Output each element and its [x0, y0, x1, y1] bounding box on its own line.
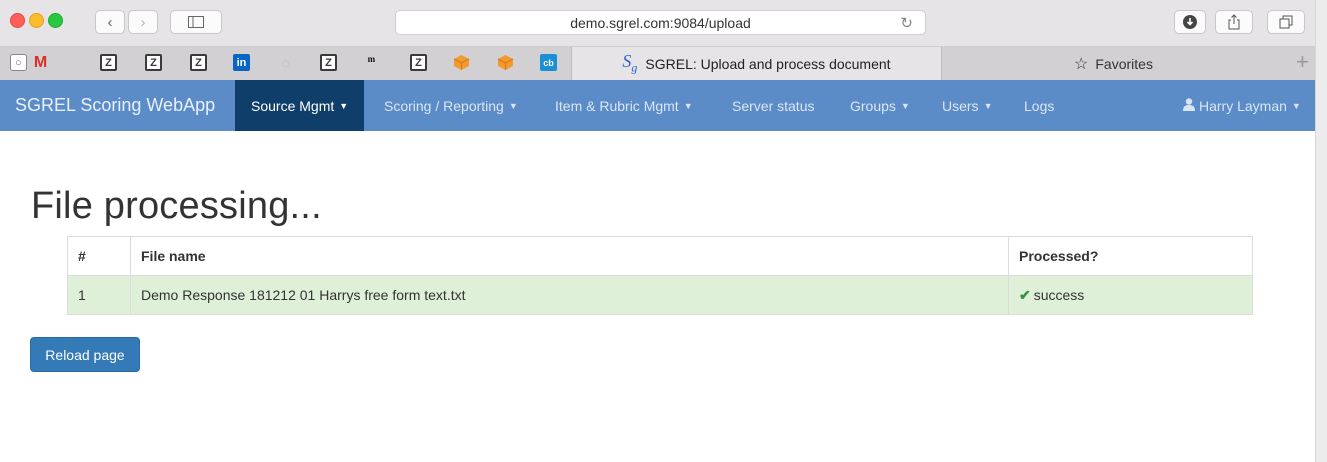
- caret-down-icon: ▼: [508, 100, 518, 111]
- zoom-window-icon[interactable]: [48, 13, 63, 28]
- table-header-row: # File name Processed?: [67, 236, 1253, 276]
- reload-page-button[interactable]: Reload page: [30, 337, 140, 372]
- downloads-button[interactable]: [1174, 10, 1206, 34]
- tab-title: Favorites: [1095, 55, 1153, 72]
- col-header-num: #: [67, 236, 131, 276]
- close-window-icon[interactable]: [10, 13, 25, 28]
- app-brand[interactable]: SGREL Scoring WebApp: [15, 80, 215, 131]
- new-tab-button[interactable]: +: [1296, 49, 1309, 75]
- cube-icon[interactable]: [453, 54, 470, 71]
- tab-title: SGREL: Upload and process document: [645, 55, 891, 72]
- row-file-name: Demo Response 181212 01 Harrys free form…: [130, 275, 1009, 315]
- z-icon[interactable]: Z: [145, 54, 162, 71]
- forward-button[interactable]: ›: [128, 10, 158, 34]
- nyt-icon[interactable]: ᵐ: [363, 54, 380, 71]
- caret-down-icon: ▼: [900, 100, 910, 111]
- nav-label: Logs: [1024, 97, 1055, 114]
- address-bar[interactable]: demo.sgrel.com:9084/upload ↻: [395, 10, 926, 35]
- back-button[interactable]: ‹: [95, 10, 125, 34]
- row-status: ✔ success: [1008, 275, 1253, 315]
- caret-down-icon: ▼: [339, 100, 349, 111]
- file-processing-table: # File name Processed? 1 Demo Response 1…: [67, 236, 1253, 315]
- caret-down-icon: ▼: [1291, 100, 1301, 111]
- quora-icon[interactable]: ○: [10, 54, 27, 71]
- row-num: 1: [67, 275, 131, 315]
- cube-icon[interactable]: [497, 54, 514, 71]
- nav-users[interactable]: Users ▼: [942, 80, 992, 131]
- nav-user-menu[interactable]: Harry Layman ▼: [1183, 80, 1301, 131]
- sgrel-tab-icon: Sg: [622, 51, 638, 75]
- nav-label: Server status: [732, 97, 815, 114]
- nav-label: Users: [942, 97, 979, 114]
- checkmark-icon: ✔: [1019, 286, 1031, 303]
- nav-scoring-reporting[interactable]: Scoring / Reporting ▼: [384, 80, 518, 131]
- nav-label: Scoring / Reporting: [384, 97, 504, 114]
- col-header-processed: Processed?: [1008, 236, 1253, 276]
- nav-label: Groups: [850, 97, 896, 114]
- nav-logs[interactable]: Logs: [1024, 80, 1054, 131]
- status-text: success: [1033, 286, 1085, 303]
- minimize-window-icon[interactable]: [29, 13, 44, 28]
- cb-icon[interactable]: cb: [540, 54, 557, 71]
- z-icon[interactable]: Z: [320, 54, 337, 71]
- caret-down-icon: ▼: [983, 100, 993, 111]
- browser-tab-active[interactable]: Sg SGREL: Upload and process document: [571, 47, 942, 80]
- show-tabs-button[interactable]: [1267, 10, 1305, 34]
- browser-toolbar: ‹ › demo.sgrel.com:9084/upload ↻: [0, 0, 1315, 47]
- col-header-file-name: File name: [130, 236, 1009, 276]
- z-icon[interactable]: Z: [190, 54, 207, 71]
- nav-groups[interactable]: Groups ▼: [850, 80, 910, 131]
- share-button[interactable]: [1215, 10, 1253, 34]
- table-row: 1 Demo Response 181212 01 Harrys free fo…: [67, 275, 1253, 315]
- user-name: Harry Layman: [1199, 97, 1287, 114]
- nav-server-status[interactable]: Server status: [732, 80, 814, 131]
- z-icon[interactable]: Z: [410, 54, 427, 71]
- app-navbar: SGREL Scoring WebApp Source Mgmt ▼ Scorin…: [0, 80, 1315, 131]
- star-icon: ☆: [1074, 55, 1089, 73]
- user-icon: [1183, 97, 1195, 114]
- window-edge: [1315, 0, 1327, 462]
- nav-source-mgmt[interactable]: Source Mgmt ▼: [235, 80, 365, 131]
- sidebar-toggle-icon[interactable]: [170, 10, 222, 34]
- gmail-icon[interactable]: M: [32, 54, 49, 71]
- linkedin-icon[interactable]: in: [233, 54, 250, 71]
- reload-icon[interactable]: ↻: [900, 14, 913, 32]
- browser-tab-favorites[interactable]: ☆ Favorites: [942, 47, 1285, 80]
- page-title: File processing...: [31, 185, 322, 227]
- z-icon[interactable]: Z: [100, 54, 117, 71]
- nav-label: Item & Rubric Mgmt: [555, 97, 679, 114]
- grey-icon[interactable]: ◌: [277, 54, 294, 71]
- nav-label: Source Mgmt: [251, 97, 335, 114]
- url-text: demo.sgrel.com:9084/upload: [570, 14, 751, 31]
- caret-down-icon: ▼: [683, 100, 693, 111]
- nav-item-rubric-mgmt[interactable]: Item & Rubric Mgmt ▼: [555, 80, 693, 131]
